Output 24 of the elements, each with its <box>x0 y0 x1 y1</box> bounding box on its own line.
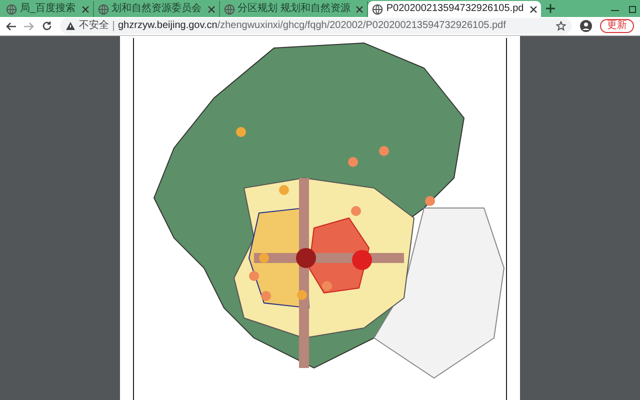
address-bar[interactable]: 不安全 ghzrzyw.beijing.gov.cn/zhengwuxinxi/ghcg/fqgh/202002/P020200213594732926105.pdf <box>60 18 572 34</box>
close-icon[interactable] <box>530 6 537 12</box>
globe-icon <box>372 4 384 14</box>
warning-icon <box>66 22 75 30</box>
tab-title: 分区规划 规划和自然资源 <box>238 4 350 14</box>
update-button[interactable]: 更新 <box>600 19 634 33</box>
new-tab-icon[interactable] <box>546 4 555 13</box>
reload-icon[interactable] <box>42 21 52 31</box>
tab-title: 局_百度搜索 <box>20 4 76 14</box>
profile-icon[interactable] <box>580 20 592 32</box>
browser-tab[interactable]: P020200213594732926105.pd <box>368 1 541 17</box>
globe-icon <box>98 4 109 14</box>
security-label: 不安全 <box>79 21 109 31</box>
restore-icon[interactable] <box>629 6 636 13</box>
globe-icon <box>224 4 235 14</box>
star-icon[interactable] <box>556 21 566 31</box>
tab-title: P020200213594732926105.pd <box>386 4 524 14</box>
close-icon[interactable] <box>82 6 89 12</box>
globe-icon <box>6 4 17 14</box>
close-icon[interactable] <box>208 6 215 12</box>
back-icon[interactable] <box>6 22 16 30</box>
close-icon[interactable] <box>356 6 364 12</box>
url-text: ghzrzyw.beijing.gov.cn/zhengwuxinxi/ghcg/fqgh/202002/P020200213594732926105.pdf <box>118 21 506 31</box>
tab-title: 划和自然资源委员会 <box>112 4 202 14</box>
